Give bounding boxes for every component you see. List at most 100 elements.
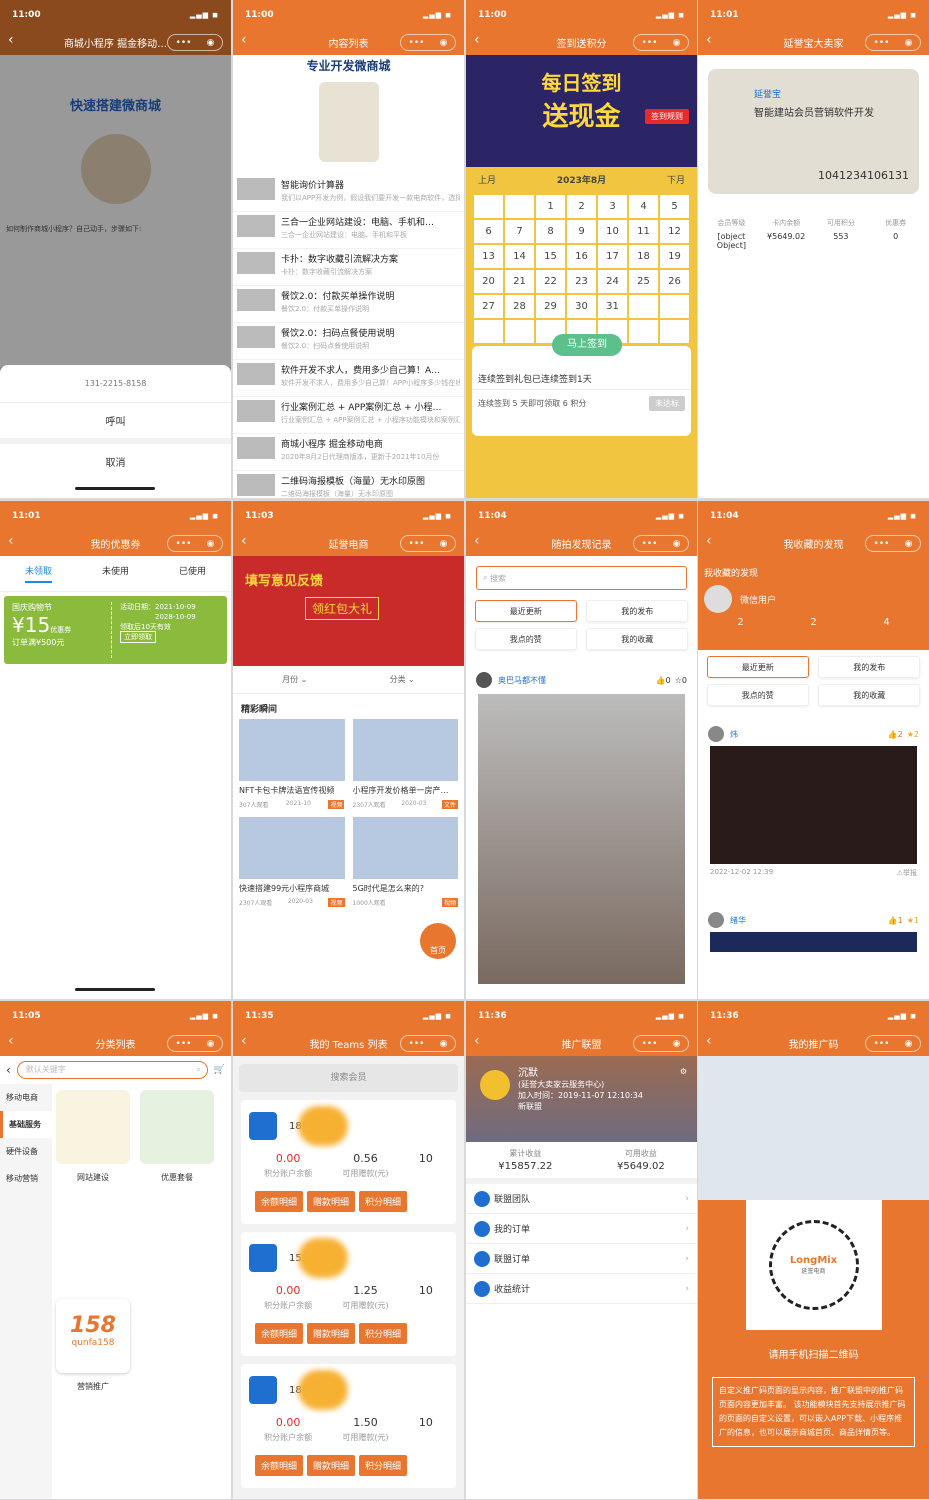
calendar-day[interactable]: 25 [629,270,658,293]
action-button[interactable]: 积分明细 [359,1323,408,1344]
action-button[interactable]: 赠款明细 [307,1323,356,1344]
qr-code[interactable]: LongMix 延誉电商 [745,1200,882,1330]
filter-month[interactable]: 月份 ⌄ [282,674,307,685]
tab-unused[interactable]: 未使用 [102,564,129,583]
action-button[interactable]: 赠款明细 [307,1191,356,1212]
capsule-menu[interactable]: ••• ◉ [633,535,689,552]
calendar-day[interactable]: 16 [567,245,596,268]
claim-button[interactable]: 立即领取 [120,631,156,643]
back-icon[interactable]: ‹ [8,533,14,549]
back-icon[interactable]: ‹ [241,1033,247,1049]
call-button[interactable]: 呼叫 [0,403,231,444]
calendar-day[interactable]: 13 [474,245,503,268]
post-author[interactable]: 奥巴马都不懂 [498,675,546,686]
action-button[interactable]: 余额明细 [255,1323,304,1344]
calendar-day[interactable]: 2 [567,195,596,218]
category-item[interactable]: 硬件设备 [0,1138,52,1165]
calendar-day[interactable] [660,320,689,343]
like-count[interactable]: 👍0 [656,676,671,685]
calendar-day[interactable]: 1 [536,195,565,218]
search-input[interactable]: ⌕ 搜索 [476,566,687,590]
action-button[interactable]: 余额明细 [255,1455,304,1476]
back-icon[interactable]: ‹ [474,32,480,48]
action-button[interactable]: 积分明细 [359,1191,408,1212]
video-card[interactable]: 5G时代是怎么来的? 1000人观看 视频 [352,817,458,907]
action-button[interactable]: 积分明细 [359,1455,408,1476]
calendar-day[interactable]: 4 [629,195,658,218]
capsule-menu[interactable]: ••• ◉ [400,34,456,51]
my-favorites-button[interactable]: 我的收藏 [586,628,689,650]
like-count[interactable]: 👍2 [888,730,903,739]
calendar-day[interactable]: 19 [660,245,689,268]
search-input[interactable]: 默认关键字 ⌕ [16,1061,208,1079]
my-likes-button[interactable]: 我点的赞 [474,628,577,650]
calendar-day[interactable]: 17 [598,245,627,268]
calendar-day[interactable] [474,320,503,343]
item-package[interactable]: 优惠套餐 [140,1090,214,1289]
calendar-day[interactable]: 5 [660,195,689,218]
list-item[interactable]: 餐饮2.0：付款买单操作说明 餐饮2.0：付款买单操作说明 [233,286,464,323]
back-icon[interactable]: ‹ [706,533,712,549]
next-month-button[interactable]: 下月 [667,173,685,186]
list-item[interactable]: 行业案例汇总 + APP案例汇总 + 小程… 行业案例汇总 + APP案例汇总 +… [233,397,464,434]
calendar-day[interactable]: 18 [629,245,658,268]
menu-item[interactable]: 联盟订单 › [466,1244,697,1274]
back-icon[interactable]: ‹ [474,1033,480,1049]
calendar-day[interactable]: 27 [474,295,503,318]
list-item[interactable]: 卡扑：数字收藏引流解决方案 卡扑：数字收藏引流解决方案 [233,249,464,286]
reward-status[interactable]: 未达标 [649,396,685,411]
back-icon[interactable]: ‹ [706,32,712,48]
calendar-day[interactable]: 22 [536,270,565,293]
category-item[interactable]: 基础服务 [0,1111,52,1138]
calendar-day[interactable]: 30 [567,295,596,318]
action-button[interactable]: 余额明细 [255,1191,304,1212]
list-item[interactable]: 智能询价计算器我们以APP开发为例，假设我们要开发一款电商软件，选择运营平台… [233,175,464,212]
search-input[interactable]: 搜索会员 [239,1064,458,1092]
star-count[interactable]: ★1 [907,916,919,925]
recent-button[interactable]: 最近更新 [474,600,577,622]
calendar-day[interactable]: 14 [505,245,534,268]
calendar-day[interactable]: 23 [567,270,596,293]
calendar-day[interactable]: 9 [567,220,596,243]
calendar-day[interactable]: 28 [505,295,534,318]
calendar-day[interactable]: 24 [598,270,627,293]
list-item[interactable]: 餐饮2.0：扫码点餐使用说明 餐饮2.0：扫码点餐使用说明 [233,323,464,360]
capsule-menu[interactable]: ••• ◉ [865,535,921,552]
my-posts-button[interactable]: 我的发布 [586,600,689,622]
calendar-day[interactable]: 6 [474,220,503,243]
calendar-day[interactable]: 11 [629,220,658,243]
like-count[interactable]: 👍1 [888,916,903,925]
calendar-day[interactable]: 31 [598,295,627,318]
my-favorites-button[interactable]: 我的收藏 [818,684,921,706]
capsule-menu[interactable]: ••• ◉ [167,535,223,552]
video-card[interactable]: 小程序开发价格单一房产… 2307人观看 2020-03 文件 [352,719,458,809]
calendar-day[interactable] [474,195,503,218]
list-item[interactable]: 二维码海报模板（海量）无水印原图 二维码海报模板（海量）无水印原图 [233,471,464,498]
filter-category[interactable]: 分类 ⌄ [390,674,415,685]
cart-icon[interactable]: 🛒 [214,1065,225,1075]
calendar-day[interactable]: 3 [598,195,627,218]
video-card[interactable]: NFT卡包卡牌法语宣传视频 307人观看 2021-10 视频 [239,719,345,809]
post-author[interactable]: 炜 [730,729,738,740]
rules-button[interactable]: 签到规则 [645,109,689,124]
menu-item[interactable]: 收益统计 › [466,1274,697,1304]
star-count[interactable]: ★2 [907,730,919,739]
action-button[interactable]: 赠款明细 [307,1455,356,1476]
back-icon[interactable]: ‹ [6,1063,11,1077]
menu-item[interactable]: 我的订单 › [466,1214,697,1244]
menu-item[interactable]: 联盟团队 › [466,1184,697,1214]
calendar-day[interactable] [505,320,534,343]
item-marketing[interactable]: 158 qunfa158 营销推广 [56,1299,130,1498]
capsule-menu[interactable]: ••• ◉ [167,34,223,51]
capsule-menu[interactable]: ••• ◉ [400,1035,456,1052]
calendar-day[interactable]: 29 [536,295,565,318]
prev-month-button[interactable]: 上月 [478,173,496,186]
capsule-menu[interactable]: ••• ◉ [865,34,921,51]
capsule-menu[interactable]: ••• ◉ [633,34,689,51]
capsule-menu[interactable]: ••• ◉ [633,1035,689,1052]
calendar-day[interactable]: 15 [536,245,565,268]
calendar-day[interactable]: 8 [536,220,565,243]
post-photo[interactable] [710,932,917,952]
back-icon[interactable]: ‹ [241,533,247,549]
back-icon[interactable]: ‹ [241,32,247,48]
